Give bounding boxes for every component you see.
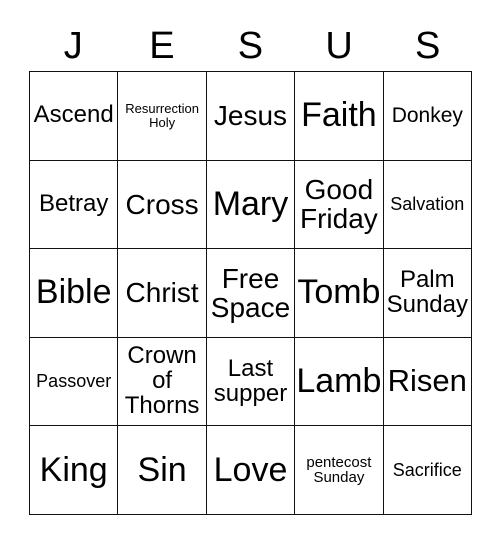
bingo-cell[interactable]: Passover: [30, 337, 119, 427]
bingo-cell[interactable]: Good Friday: [295, 160, 384, 250]
bingo-cell-label: Lamb: [296, 361, 382, 400]
bingo-header-letter-3: U: [325, 24, 353, 67]
bingo-cell-label: Risen: [387, 363, 467, 399]
bingo-cell-label: Salvation: [390, 194, 465, 215]
bingo-cell-label: Jesus: [213, 100, 288, 132]
bingo-cell-label: Crown of Thorns: [124, 342, 200, 420]
bingo-cell-label: Mary: [212, 184, 289, 223]
bingo-cell-label: Love: [213, 450, 288, 489]
bingo-cell[interactable]: Christ: [118, 249, 207, 338]
bingo-cell[interactable]: Jesus: [206, 72, 296, 161]
bingo-header-letter-1: E: [149, 24, 175, 67]
bingo-cell-label: Christ: [125, 277, 199, 309]
bingo-cell[interactable]: Love: [206, 426, 296, 515]
bingo-header-letter-0: J: [63, 24, 83, 67]
bingo-cell-label: Resurrection Holy: [125, 101, 199, 130]
bingo-cell-label: Donkey: [391, 103, 463, 127]
bingo-cell[interactable]: Lamb: [295, 337, 384, 427]
bingo-cell[interactable]: Faith: [295, 72, 384, 161]
bingo-cell[interactable]: Last supper: [206, 337, 296, 427]
bingo-cell[interactable]: Mary: [206, 160, 296, 250]
bingo-cell-label: Good Friday: [299, 174, 378, 235]
bingo-cell-label: Bible: [35, 273, 112, 312]
bingo-cell-label: King: [39, 450, 108, 489]
bingo-card: J E S U S Ascend Resurrection Holy Jesus Faith D…: [0, 0, 500, 544]
bingo-cell[interactable]: Sacrifice: [383, 426, 472, 515]
bingo-header-letter-2: S: [237, 24, 264, 67]
bingo-cell[interactable]: Ascend: [30, 72, 119, 161]
bingo-cell-label: Sin: [137, 450, 187, 489]
bingo-cell-label: Last supper: [213, 354, 288, 407]
bingo-cell[interactable]: Risen: [383, 337, 472, 427]
bingo-cell-label: Passover: [36, 371, 112, 392]
bingo-cell[interactable]: Palm Sunday: [383, 249, 472, 338]
bingo-cell[interactable]: Donkey: [383, 72, 472, 161]
bingo-cell-label: Palm Sunday: [386, 266, 468, 318]
bingo-cell-label: Betray: [39, 189, 109, 217]
bingo-header-letter-4: S: [414, 24, 441, 67]
bingo-cell[interactable]: Crown of Thorns: [118, 337, 207, 427]
bingo-cell-label: pentecost Sunday: [306, 453, 372, 487]
bingo-cell[interactable]: Betray: [30, 160, 119, 250]
bingo-cell[interactable]: Cross: [118, 160, 207, 250]
bingo-cell[interactable]: Free Space: [206, 249, 296, 338]
bingo-cell-label: Tomb: [297, 273, 381, 312]
bingo-cell-label: Sacrifice: [392, 459, 462, 480]
bingo-cell-label: Cross: [125, 188, 199, 220]
bingo-cell-label: Free Space: [210, 262, 291, 323]
bingo-cell[interactable]: Tomb: [295, 249, 384, 338]
bingo-cell[interactable]: Salvation: [383, 160, 472, 250]
bingo-cell[interactable]: pentecost Sunday: [295, 426, 384, 515]
bingo-cell[interactable]: King: [30, 426, 119, 515]
bingo-cell[interactable]: Resurrection Holy: [118, 72, 207, 161]
bingo-cell-label: Faith: [301, 96, 377, 135]
bingo-cell[interactable]: Sin: [118, 426, 207, 515]
bingo-cell-label: Ascend: [33, 101, 114, 129]
bingo-grid: Ascend Resurrection Holy Jesus Faith Donkey B…: [29, 71, 472, 515]
bingo-card-header: JESUS: [29, 20, 472, 71]
bingo-cell[interactable]: Bible: [30, 249, 119, 338]
